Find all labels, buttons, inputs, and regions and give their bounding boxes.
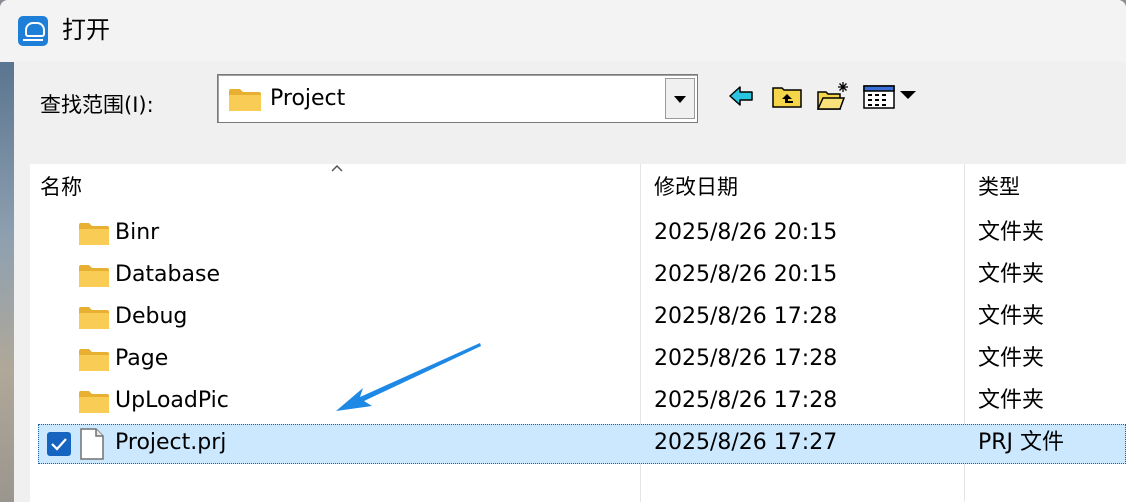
folder-icon [78,390,110,418]
column-date-modified[interactable]: 修改日期 [654,164,738,212]
file-type: 文件夹 [978,388,1045,413]
list-item[interactable]: Debug 2025/8/26 17:28 文件夹 [30,298,1126,338]
file-list[interactable]: 名称 修改日期 类型 Binr 2025/8/26 20:15 文件夹 Data… [30,164,1126,502]
open-dialog: 打开 查找范围(I): Project 名称 修改日期 类型 Binr 2025… [0,0,1126,502]
view-menu-icon [863,85,916,109]
sort-ascending-icon [331,164,343,172]
file-date: 2025/8/26 20:15 [654,220,838,245]
new-folder-icon [816,82,848,110]
list-item[interactable]: Database 2025/8/26 20:15 文件夹 [30,256,1126,296]
new-folder-button[interactable] [816,80,848,112]
file-type: 文件夹 [978,346,1045,371]
file-name: Debug [115,304,188,329]
look-in-combo[interactable]: Project [217,74,698,123]
column-header: 名称 修改日期 类型 [30,164,1126,212]
list-item-selected[interactable]: Project.prj 2025/8/26 17:27 PRJ 文件 [38,424,1126,464]
list-item[interactable]: UpLoadPic 2025/8/26 17:28 文件夹 [30,382,1126,422]
folder-icon [78,222,110,250]
file-type: 文件夹 [978,220,1045,245]
folder-icon [78,306,110,334]
file-name: Binr [115,220,160,245]
file-date: 2025/8/26 17:28 [654,346,838,371]
selection-checkbox[interactable] [47,432,71,456]
combo-dropdown-button[interactable] [665,78,695,119]
window-title: 打开 [62,16,110,44]
title-bar: 打开 [0,0,1126,62]
file-date: 2025/8/26 17:28 [654,304,838,329]
look-in-value: Project [270,86,346,111]
chevron-down-icon [674,96,686,103]
file-type: PRJ 文件 [978,430,1065,455]
folder-icon [228,87,262,117]
file-icon [80,428,104,464]
file-type: 文件夹 [978,304,1045,329]
up-folder-icon [772,87,802,108]
back-button[interactable] [726,80,758,112]
column-type[interactable]: 类型 [978,164,1020,212]
list-item[interactable]: Binr 2025/8/26 20:15 文件夹 [30,214,1126,254]
file-date: 2025/8/26 20:15 [654,262,838,287]
file-date: 2025/8/26 17:27 [654,430,838,455]
folder-icon [78,348,110,376]
file-date: 2025/8/26 17:28 [654,388,838,413]
back-icon [729,86,753,106]
folder-icon [78,264,110,292]
file-name: Page [115,346,169,371]
file-name: UpLoadPic [115,388,229,413]
check-icon [51,438,67,451]
file-type: 文件夹 [978,262,1045,287]
column-name[interactable]: 名称 [40,164,82,212]
look-in-label: 查找范围(I): [40,93,154,117]
background-strip [0,62,14,502]
file-name: Project.prj [115,430,227,455]
up-one-level-button[interactable] [771,80,803,112]
app-icon [18,16,48,46]
file-name: Database [115,262,220,287]
view-menu-button[interactable] [862,80,918,112]
list-item[interactable]: Page 2025/8/26 17:28 文件夹 [30,340,1126,380]
